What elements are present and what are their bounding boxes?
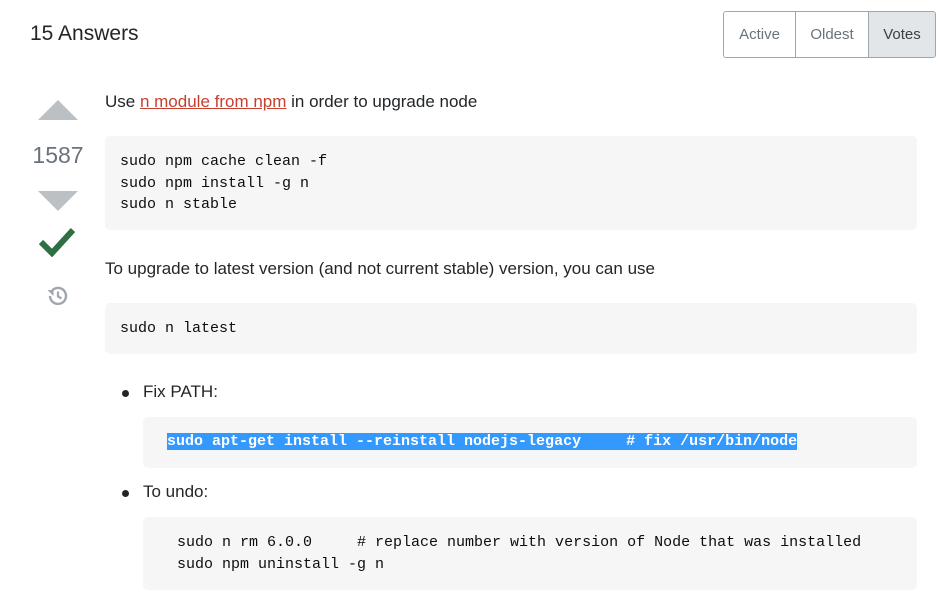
tab-active[interactable]: Active [724,12,796,57]
code-block: sudo n latest [105,303,917,354]
answer-intro-paragraph: Use n module from npm in order to upgrad… [105,92,477,112]
tab-oldest[interactable]: Oldest [796,12,869,57]
sort-tabs: Active Oldest Votes [723,11,936,58]
answers-count-title: 15 Answers [30,22,139,45]
vote-count: 1587 [32,142,84,168]
list-item-to-undo: To undo: [143,482,209,501]
upgrade-latest-paragraph: To upgrade to latest version (and not cu… [105,259,655,278]
code-block: sudo n rm 6.0.0 # replace number with ve… [143,517,917,590]
n-module-link[interactable]: n module from npm [140,92,286,111]
code-line: sudo npm uninstall -g n [177,555,385,573]
code-line: sudo n latest [120,320,238,337]
code-line: sudo npm install -g n [120,174,310,192]
code-line: sudo n rm 6.0.0 # replace number with ve… [177,534,862,551]
downvote-icon[interactable] [38,191,78,211]
selected-code-line: sudo apt-get install --reinstall nodejs-… [167,433,798,450]
list-bullet [122,490,129,497]
code-block: sudo npm cache clean -f sudo npm install… [105,136,917,230]
history-icon[interactable] [45,284,69,308]
list-item-fix-path: Fix PATH: [143,382,218,401]
accepted-checkmark-icon [39,227,75,257]
code-line: sudo npm cache clean -f [120,153,328,170]
list-bullet [122,390,129,397]
upvote-icon[interactable] [38,100,78,120]
code-line: sudo n stable [120,196,238,213]
tab-votes[interactable]: Votes [869,12,935,57]
intro-text-after: in order to upgrade node [286,92,478,111]
intro-text-before: Use [105,92,140,111]
code-block: sudo apt-get install --reinstall nodejs-… [143,417,917,468]
